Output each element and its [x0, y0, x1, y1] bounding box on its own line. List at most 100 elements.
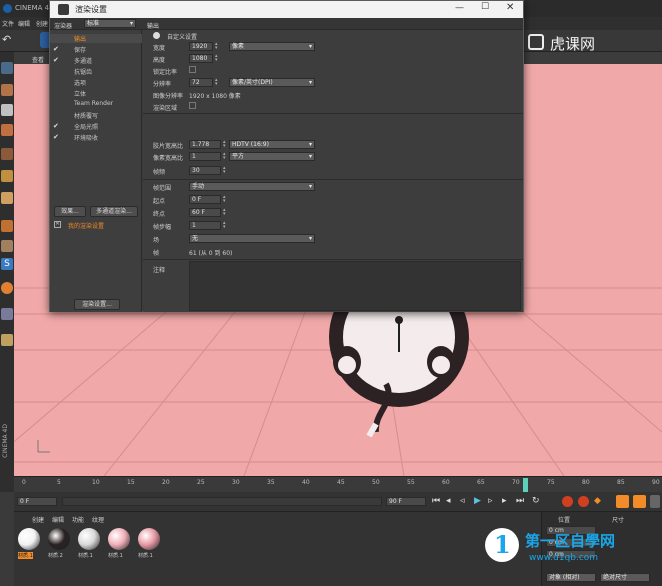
empty-checkbox-icon[interactable]: [53, 90, 60, 97]
resolution-spinner-icon[interactable]: ▴ ▾: [215, 78, 220, 87]
keyframe-icon[interactable]: ◆: [594, 496, 601, 506]
record-icon[interactable]: [562, 496, 573, 507]
timeline-ruler[interactable]: 0 5 10 15 20 25 30 35 40 45 50 55 60 65 70 75 80 85 90: [14, 476, 662, 492]
loop-icon[interactable]: ↻: [532, 496, 540, 506]
preset-item[interactable]: 我的渲染设置: [68, 221, 104, 230]
undo-icon[interactable]: ↶: [2, 33, 16, 47]
polygon-tool-icon[interactable]: [1, 148, 13, 160]
lock-ratio-checkbox[interactable]: [189, 66, 196, 73]
renderer-dropdown[interactable]: 标准 ▾: [84, 19, 136, 28]
field-dropdown[interactable]: 无 ▾: [189, 234, 315, 243]
multipass-button[interactable]: 多通道渲染...: [90, 206, 138, 217]
last-frame-icon[interactable]: ⏭: [516, 496, 524, 506]
material-ball[interactable]: [78, 528, 100, 550]
fps-field[interactable]: 30: [189, 166, 221, 175]
point-tool-icon[interactable]: [1, 192, 13, 204]
width-field[interactable]: 1920: [189, 42, 213, 51]
checkmark-icon[interactable]: ✔: [53, 57, 60, 64]
material-tab-edit[interactable]: 编辑: [52, 515, 64, 524]
current-frame-field[interactable]: 0 F: [17, 497, 57, 506]
material-tab-create[interactable]: 创建: [32, 515, 44, 524]
minimize-icon[interactable]: —: [455, 3, 464, 13]
nav-item[interactable]: 输出: [50, 34, 142, 43]
material-ball[interactable]: [18, 528, 40, 550]
coords-size-mode-dropdown[interactable]: 绝对尺寸: [600, 573, 650, 582]
axis-tool-icon[interactable]: [1, 240, 13, 252]
film-aspect-preset-dropdown[interactable]: HDTV (16:9) ▾: [229, 140, 315, 149]
coords-mode-dropdown[interactable]: 对象 (相对): [546, 573, 596, 582]
nav-item[interactable]: 材质覆写: [50, 111, 142, 120]
resolution-unit-dropdown[interactable]: 像素/英寸(DPI) ▾: [229, 78, 315, 87]
close-icon[interactable]: ✕: [506, 2, 514, 13]
start-spinner-icon[interactable]: ▴ ▾: [223, 195, 228, 204]
material-label[interactable]: 材质.1: [138, 552, 153, 559]
maximize-icon[interactable]: ☐: [481, 2, 489, 12]
material-tab-function[interactable]: 功能: [72, 515, 84, 524]
end-spinner-icon[interactable]: ▴ ▾: [223, 208, 228, 217]
checkmark-icon[interactable]: ✔: [53, 134, 60, 141]
nav-item[interactable]: 立体: [50, 89, 142, 98]
cube-tool-icon[interactable]: [1, 84, 13, 96]
material-ball[interactable]: [108, 528, 130, 550]
pixel-aspect-preset-dropdown[interactable]: 平方 ▾: [229, 152, 315, 161]
nav-item[interactable]: ✔ 环境吸收: [50, 133, 142, 143]
snap-tool-icon[interactable]: S: [1, 258, 13, 270]
material-ball[interactable]: [48, 528, 70, 550]
empty-checkbox-icon[interactable]: [53, 68, 60, 75]
nav-item[interactable]: 选项: [50, 78, 142, 87]
texture-tool-icon[interactable]: [1, 220, 13, 232]
end-frame-field[interactable]: 90 F: [386, 497, 426, 506]
menu-file[interactable]: 文件: [2, 19, 14, 28]
checkmark-icon[interactable]: ✔: [53, 46, 60, 53]
nav-item[interactable]: Team Render: [50, 100, 142, 109]
move-tool-icon[interactable]: [1, 62, 13, 74]
effect-button[interactable]: 效果...: [54, 206, 86, 217]
material-label[interactable]: 材质.1: [18, 552, 33, 559]
next-frame-icon[interactable]: ▹: [488, 496, 493, 506]
more-key-icon[interactable]: [650, 495, 660, 508]
notes-textarea[interactable]: [189, 261, 521, 311]
playhead[interactable]: [523, 478, 528, 492]
material-label[interactable]: 材质.1: [78, 552, 93, 559]
rotate-tool-icon[interactable]: [1, 282, 13, 294]
nav-item[interactable]: ✔ 多通道: [50, 56, 142, 66]
pixel-aspect-spinner-icon[interactable]: ▴ ▾: [223, 152, 228, 161]
first-frame-icon[interactable]: ⏮: [432, 496, 440, 506]
scale-key-icon[interactable]: [633, 495, 646, 508]
prev-key-icon[interactable]: ◂: [446, 496, 451, 506]
empty-checkbox-icon[interactable]: [53, 79, 60, 86]
prev-frame-icon[interactable]: ◃: [460, 496, 465, 506]
empty-checkbox-icon[interactable]: [53, 101, 60, 108]
preset-close-icon[interactable]: ✕: [54, 221, 61, 228]
start-field[interactable]: 0 F: [189, 195, 221, 204]
end-field[interactable]: 60 F: [189, 208, 221, 217]
grid-tool-icon[interactable]: [1, 308, 13, 320]
checker-tool-icon[interactable]: [1, 104, 13, 116]
material-ball[interactable]: [138, 528, 160, 550]
width-spinner-icon[interactable]: ▴ ▾: [215, 42, 220, 51]
step-field[interactable]: 1: [189, 221, 221, 230]
nav-item[interactable]: 抗锯齿: [50, 67, 142, 76]
menu-create[interactable]: 创建: [36, 19, 48, 28]
edge-tool-icon[interactable]: [1, 170, 13, 182]
width-unit-dropdown[interactable]: 像素 ▾: [229, 42, 315, 51]
film-aspect-spinner-icon[interactable]: ▴ ▾: [223, 140, 228, 149]
nav-item[interactable]: ✔ 全局光照: [50, 122, 142, 132]
empty-checkbox-icon[interactable]: [53, 112, 60, 119]
object-tool-icon[interactable]: [1, 124, 13, 136]
material-tab-texture[interactable]: 纹理: [92, 515, 104, 524]
fps-spinner-icon[interactable]: ▴ ▾: [223, 166, 228, 175]
height-field[interactable]: 1080: [189, 54, 213, 63]
film-aspect-field[interactable]: 1.778: [189, 140, 221, 149]
material-label[interactable]: 材质.2: [48, 552, 63, 559]
next-key-icon[interactable]: ▸: [502, 496, 507, 506]
material-label[interactable]: 材质.1: [108, 552, 123, 559]
move-key-icon[interactable]: [616, 495, 629, 508]
range-slider[interactable]: [62, 497, 382, 506]
link-tool-icon[interactable]: [1, 334, 13, 346]
auto-key-icon[interactable]: [578, 496, 589, 507]
play-icon[interactable]: ▶: [474, 496, 481, 506]
checkmark-icon[interactable]: ✔: [53, 123, 60, 130]
empty-checkbox-icon[interactable]: [53, 35, 60, 42]
step-spinner-icon[interactable]: ▴ ▾: [223, 221, 228, 230]
